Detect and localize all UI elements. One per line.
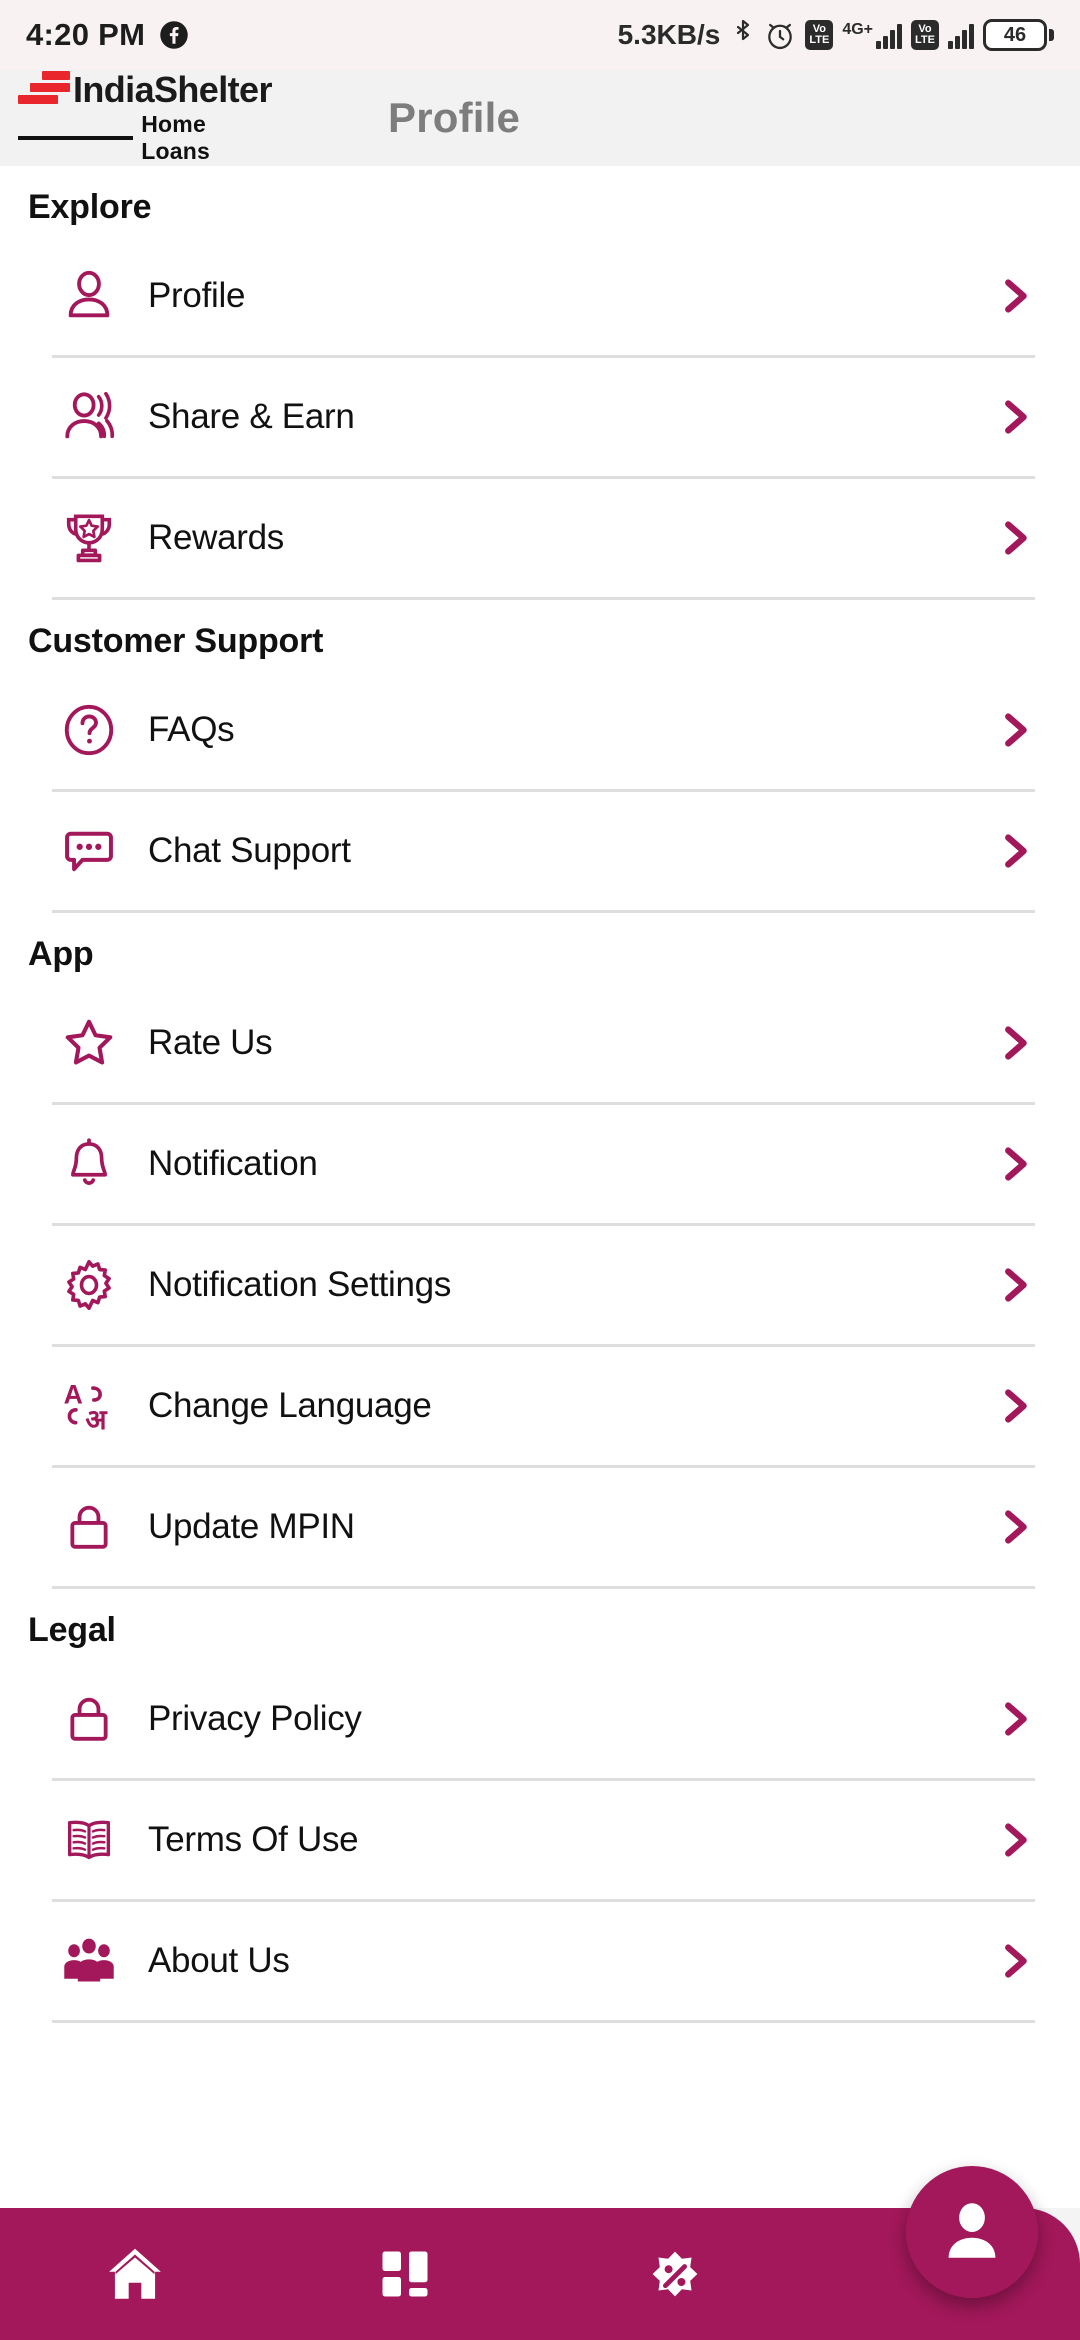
chevron-right-icon [988,273,1040,319]
trophy-icon [52,502,126,574]
volte-icon: Vo LTE [805,20,834,50]
menu-item-faqs[interactable]: FAQs [0,671,1080,789]
status-bar-right: 5.3KB/s Vo LTE 4G+ Vo LTE 46 [618,18,1054,52]
alarm-icon [764,19,796,51]
network-generation-label: 4G+ [842,21,873,38]
chevron-right-icon [988,707,1040,753]
app-bar: IndiaShelter Home Loans Profile [0,70,1080,166]
battery-icon: 46 [983,19,1054,51]
nav-item-home[interactable] [0,2241,270,2307]
menu-item-label: Privacy Policy [148,1699,362,1738]
nav-item-offers[interactable] [540,2242,810,2306]
facebook-icon [159,20,189,50]
grid-dashboard-icon [375,2244,435,2304]
language-icon: A अ [52,1370,126,1442]
menu-item-rate-us[interactable]: Rate Us [0,984,1080,1102]
nav-item-profile-fab[interactable] [906,2166,1038,2298]
chat-bubble-icon [52,815,126,887]
person-filled-icon [936,2196,1008,2268]
status-bar-left: 4:20 PM [26,17,189,53]
chevron-right-icon [988,1817,1040,1863]
signal-bars [876,21,902,49]
menu-item-label: Rewards [148,518,285,557]
nav-item-dashboard[interactable] [270,2244,540,2304]
battery-tip [1049,29,1054,41]
gear-icon [52,1249,126,1321]
bell-icon [52,1128,126,1200]
network-speed: 5.3KB/s [617,19,721,50]
menu-item-label: Share & Earn [148,397,355,436]
lock-icon [52,1491,126,1563]
menu-item-rewards[interactable]: Rewards [0,479,1080,597]
bottom-nav-items [0,2241,810,2307]
star-outline-icon [52,1007,126,1079]
menu-item-label: Chat Support [148,831,351,870]
menu-item-label: Terms Of Use [148,1820,359,1859]
menu-item-profile[interactable]: Profile [0,237,1080,355]
chevron-right-icon [988,394,1040,440]
menu-item-label: Change Language [148,1386,432,1425]
svg-text:A: A [64,1380,83,1410]
menu-item-notification[interactable]: Notification [0,1105,1080,1223]
menu-item-about-us[interactable]: About Us [0,1902,1080,2020]
page-title: Profile [388,94,521,141]
menu-item-update-mpin[interactable]: Update MPIN [0,1468,1080,1586]
volte-bottom-text-2: LTE [915,34,935,46]
divider [52,2020,1035,2023]
chevron-right-icon [988,1938,1040,1984]
svg-text:अ: अ [85,1403,108,1435]
chevron-right-icon [988,1020,1040,1066]
menu-item-label: Notification [148,1144,318,1183]
bluetooth-icon [731,18,755,52]
menu-item-notification-settings[interactable]: Notification Settings [0,1226,1080,1344]
logo-divider [18,136,134,140]
menu-item-label: FAQs [148,710,235,749]
battery-level: 46 [983,19,1047,51]
lock-icon [52,1683,126,1755]
menu-item-chat-support[interactable]: Chat Support [0,792,1080,910]
menu-item-change-language[interactable]: A अ Change Language [0,1347,1080,1465]
share-person-icon [52,381,126,453]
section-header-customer-support: Customer Support [28,622,324,660]
signal-icon: 4G+ [842,21,902,49]
percent-offer-icon [643,2242,707,2306]
phone-screen: 4:20 PM 5.3KB/s Vo LTE 4G+ Vo LTE 46 Ind… [0,0,1080,2340]
section-header-legal: Legal [28,1611,116,1649]
brand-name: IndiaShelter [73,68,272,110]
volte-icon-2: Vo LTE [911,20,939,50]
home-icon [102,2241,168,2307]
chevron-right-icon [988,1383,1040,1429]
status-bar: 4:20 PM 5.3KB/s Vo LTE 4G+ Vo LTE 46 [0,0,1080,70]
section-header-explore: Explore [28,188,152,226]
open-book-icon [52,1804,126,1876]
chevron-right-icon [988,1696,1040,1742]
signal-icon-2 [948,21,974,49]
menu-item-label: Notification Settings [148,1265,452,1304]
chevron-right-icon [988,1262,1040,1308]
menu-item-label: About Us [148,1941,290,1980]
question-circle-icon [52,694,126,766]
menu-item-share-earn[interactable]: Share & Earn [0,358,1080,476]
chevron-right-icon [988,1141,1040,1187]
people-group-icon [52,1925,126,1997]
menu-scroll-area[interactable]: Explore Profile Share & Earn Rewards Cus… [0,166,1080,2208]
brand-tagline: Home Loans [141,111,210,164]
person-outline-icon [52,260,126,332]
section-header-app: App [28,935,94,973]
chevron-right-icon [988,1504,1040,1550]
status-time: 4:20 PM [26,17,146,52]
menu-item-label: Profile [148,276,246,315]
volte-bottom-text: LTE [809,34,830,46]
menu-item-privacy-policy[interactable]: Privacy Policy [0,1660,1080,1778]
chevron-right-icon [988,515,1040,561]
menu-item-label: Rate Us [148,1023,273,1062]
chevron-right-icon [988,828,1040,874]
brick-logo-icon [18,71,70,107]
menu-item-label: Update MPIN [148,1507,355,1546]
menu-item-terms-of-use[interactable]: Terms Of Use [0,1781,1080,1899]
brand-logo: IndiaShelter Home Loans [18,71,278,165]
